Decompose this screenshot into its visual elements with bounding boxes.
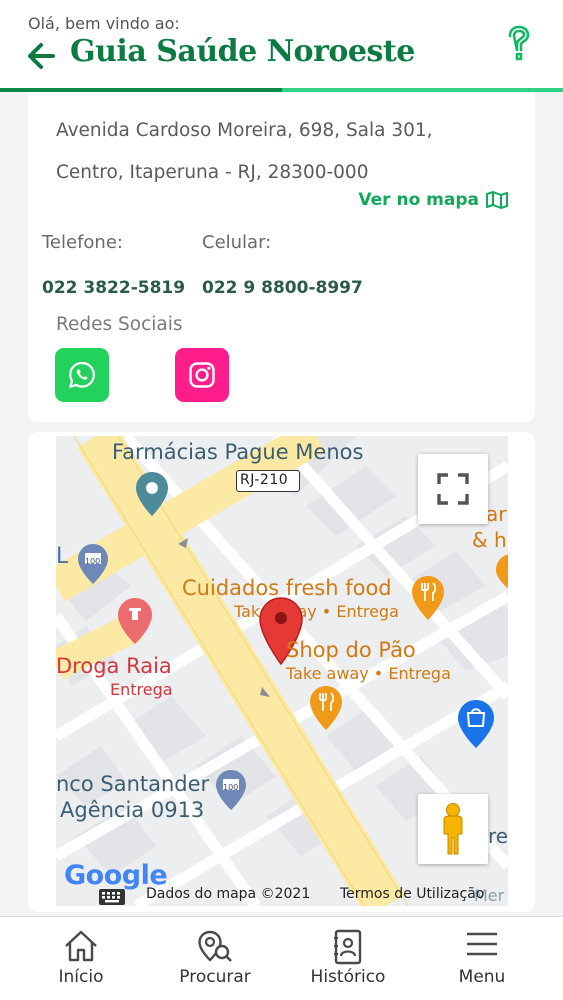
map-label-bank-2: Agência 0913 (60, 798, 205, 822)
phone-label: Telefone: (42, 232, 123, 253)
map-label-drugstore-sub: Entrega (110, 680, 173, 699)
hamburger-menu-icon (467, 932, 497, 956)
view-on-map-label: Ver no mapa (358, 190, 479, 210)
page-title: Guia Saúde Noroeste (70, 34, 415, 69)
drugstore-pin-icon[interactable] (116, 596, 154, 646)
bank-badge-1: 100 (85, 557, 101, 566)
map-label-drugstore[interactable]: Droga Raia (56, 654, 172, 678)
back-arrow-icon[interactable] (26, 40, 56, 72)
map-label-edge-l: L (56, 544, 69, 569)
fullscreen-icon (437, 473, 469, 505)
restaurant-pin-icon[interactable] (410, 574, 446, 622)
app-header: Olá, bem vindo ao: Guia Saúde Noroeste (0, 0, 563, 92)
instagram-button[interactable] (175, 348, 229, 402)
keyboard-icon[interactable] (98, 888, 126, 906)
map-label-bakery-sub: Take away • Entrega (286, 664, 451, 683)
street-view-button[interactable] (418, 794, 488, 864)
map-label-edge-re: re (488, 824, 508, 848)
mobile-number[interactable]: 022 9 8800-8997 (202, 278, 363, 298)
map-label-bank-1[interactable]: nco Santander (56, 772, 209, 796)
whatsapp-icon (69, 361, 95, 388)
map-icon (486, 191, 508, 209)
address-line-1: Avenida Cardoso Moreira, 698, Sala 301, (56, 120, 433, 141)
instagram-icon (189, 362, 215, 388)
bottom-nav: Início Procurar Histórico Menu (0, 916, 563, 1000)
home-icon (65, 930, 97, 962)
map-card: RJ-210 Farmácias Pague Menos 100 L Droga… (28, 432, 535, 912)
nav-history-label: Histórico (310, 967, 386, 987)
pegman-icon (443, 803, 463, 855)
nav-search-label: Procurar (179, 967, 251, 987)
map-label-edge-ar: ar (486, 502, 507, 526)
bank-badge-2: 100 (223, 783, 239, 792)
location-search-icon (198, 930, 232, 962)
greeting-text: Olá, bem vindo ao: (28, 14, 180, 33)
map-label-bakery[interactable]: Shop do Pão (286, 638, 416, 662)
map-view[interactable]: RJ-210 Farmácias Pague Menos 100 L Droga… (56, 436, 508, 906)
nav-history[interactable]: Histórico (278, 917, 418, 1000)
nav-home[interactable]: Início (11, 917, 151, 1000)
map-data-attribution: Dados do mapa ©2021 (146, 886, 311, 902)
map-label-edge-h: & h (472, 528, 507, 552)
phone-number[interactable]: 022 3822-5819 (42, 278, 185, 298)
nav-menu-label: Menu (458, 967, 506, 987)
restaurant-pin-edge-icon[interactable] (494, 552, 508, 594)
pharmacy-pin-icon[interactable] (134, 470, 170, 518)
view-on-map-link[interactable]: Ver no mapa (358, 190, 509, 210)
nav-home-label: Início (58, 967, 104, 987)
map-label-pharmacy[interactable]: Farmácias Pague Menos (112, 440, 363, 464)
shopping-pin-icon[interactable] (456, 698, 496, 750)
bakery-pin-icon[interactable] (308, 684, 344, 732)
road-label: RJ-210 (240, 472, 289, 488)
fullscreen-button[interactable] (418, 454, 488, 524)
help-question-icon[interactable] (502, 24, 536, 64)
address-line-2: Centro, Itaperuna - RJ, 28300-000 (56, 162, 369, 183)
terms-link[interactable]: Termos de Utilização (340, 886, 484, 902)
social-label: Redes Sociais (56, 314, 183, 335)
contact-book-icon (334, 929, 362, 965)
whatsapp-button[interactable] (55, 348, 109, 402)
details-card: Avenida Cardoso Moreira, 698, Sala 301, … (28, 92, 535, 422)
nav-search[interactable]: Procurar (145, 917, 285, 1000)
nav-menu[interactable]: Menu (412, 917, 552, 1000)
mobile-label: Celular: (202, 232, 272, 253)
